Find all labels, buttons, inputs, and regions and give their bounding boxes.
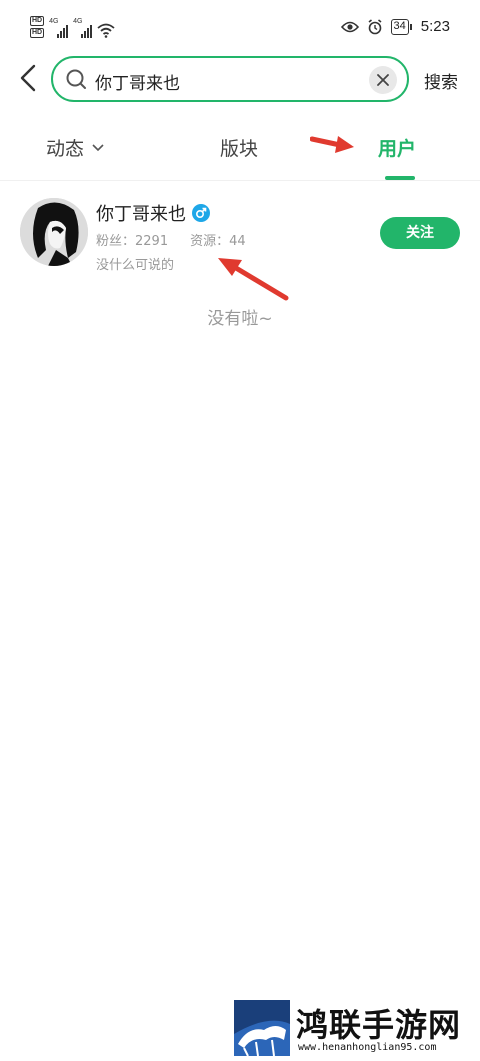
annotation-arrow-icon bbox=[218, 258, 289, 301]
back-button[interactable] bbox=[14, 60, 42, 96]
clear-search-button[interactable] bbox=[369, 66, 397, 94]
hd-badge: HD bbox=[30, 28, 45, 38]
follow-button[interactable]: 关注 bbox=[380, 217, 460, 249]
status-bar: HD HD 4G 4G 34 5:23 bbox=[0, 0, 480, 50]
signal-icon: 4G bbox=[49, 18, 69, 38]
end-of-list-text: 没有啦~ bbox=[207, 309, 273, 329]
tab-dynamic[interactable]: 动态 bbox=[46, 134, 104, 161]
user-bio: 没什么可说的 bbox=[96, 258, 175, 273]
avatar-image bbox=[20, 198, 88, 266]
user-name-row: 你丁哥来也 bbox=[96, 200, 210, 226]
resources-count: 资源：44 bbox=[190, 234, 246, 249]
annotation-arrow-icon bbox=[310, 136, 354, 153]
avatar[interactable] bbox=[20, 198, 88, 266]
battery-indicator: 34 bbox=[390, 18, 413, 35]
divider bbox=[0, 180, 480, 181]
tab-label: 动态 bbox=[46, 138, 85, 160]
tab-bar: 动态 版块 用户 bbox=[0, 120, 480, 180]
network-type-label: 4G bbox=[49, 18, 59, 25]
alarm-icon bbox=[368, 18, 382, 34]
wifi-icon bbox=[97, 23, 115, 38]
watermark-url: www.henanhonglian95.com bbox=[298, 1042, 437, 1053]
tab-label: 用户 bbox=[378, 138, 417, 160]
chevron-left-icon bbox=[20, 64, 36, 92]
tab-user[interactable]: 用户 bbox=[378, 134, 416, 161]
tab-label: 版块 bbox=[220, 138, 259, 160]
user-stats: 粉丝：2291 资源：44 bbox=[96, 230, 246, 249]
watermark-title: 鸿联手游网 bbox=[296, 1006, 462, 1044]
close-icon bbox=[377, 74, 389, 86]
male-icon bbox=[192, 204, 210, 222]
user-name[interactable]: 你丁哥来也 bbox=[96, 200, 186, 226]
hd-badge: HD bbox=[30, 16, 45, 26]
search-input[interactable]: 你丁哥来也 bbox=[51, 56, 409, 102]
status-bar-left: HD HD 4G 4G bbox=[30, 16, 115, 38]
eye-icon bbox=[340, 21, 359, 32]
search-query: 你丁哥来也 bbox=[95, 74, 180, 94]
network-type-label: 4G bbox=[73, 18, 83, 25]
chevron-down-icon bbox=[92, 143, 104, 151]
signal-icon: 4G bbox=[73, 18, 93, 38]
tab-board[interactable]: 版块 bbox=[220, 134, 258, 161]
watermark: 鸿联手游网 www.henanhonglian95.com bbox=[234, 1000, 480, 1061]
hd-badges: HD HD bbox=[30, 16, 45, 38]
search-icon bbox=[66, 69, 86, 89]
status-time: 5:23 bbox=[420, 18, 450, 35]
watermark-logo-icon bbox=[234, 1000, 290, 1056]
search-button[interactable]: 搜索 bbox=[424, 68, 458, 93]
status-bar-right: 34 5:23 bbox=[340, 18, 450, 35]
followers-count: 粉丝：2291 bbox=[96, 234, 169, 249]
